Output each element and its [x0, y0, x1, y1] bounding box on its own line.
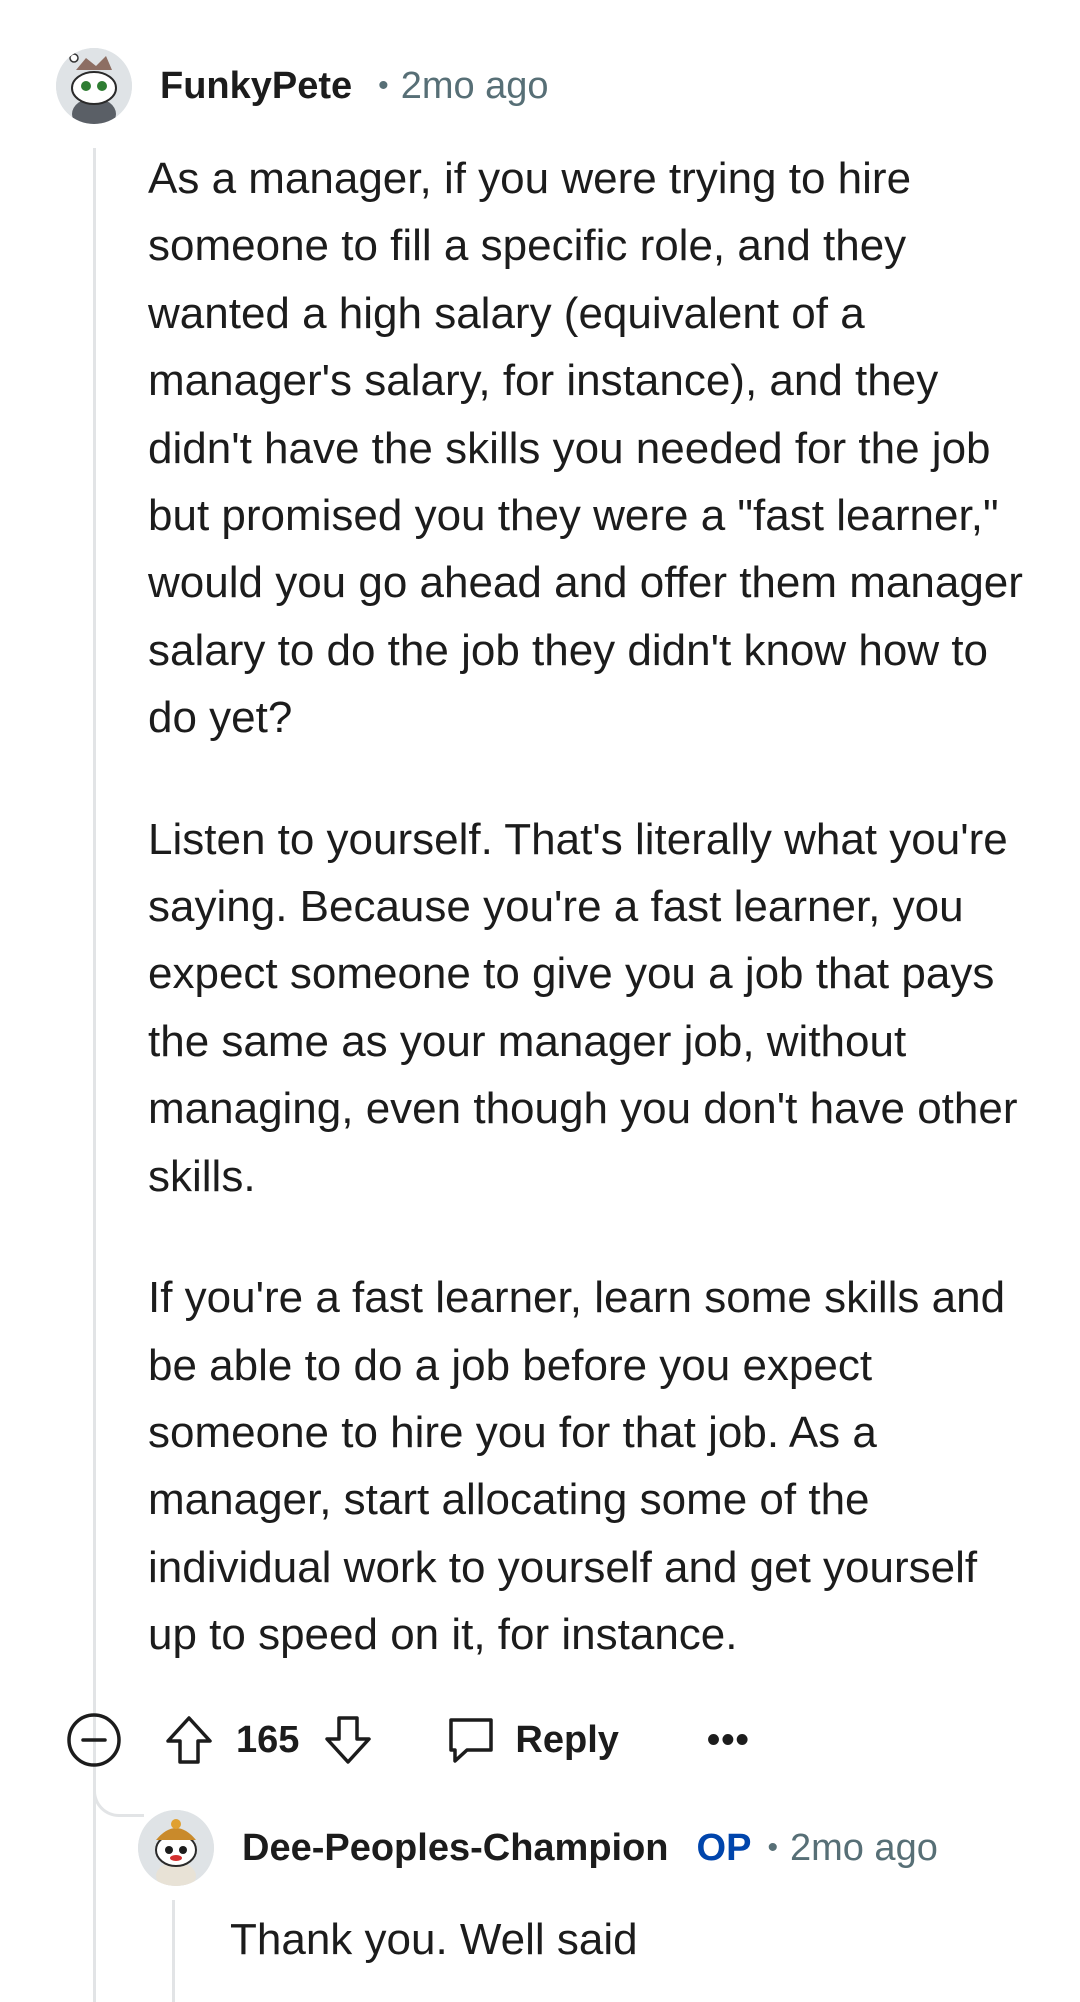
reply-button-label: Reply [515, 1718, 619, 1761]
reply-header: Dee-Peoples-Champion OP • 2mo ago [138, 1808, 938, 1888]
comment-paragraph: If you're a fast learner, learn some ski… [148, 1273, 1006, 1660]
reply-user-avatar[interactable] [138, 1810, 214, 1886]
upvote-icon[interactable] [162, 1713, 216, 1767]
comment-body: As a manager, if you were trying to hire… [148, 145, 1028, 1723]
downvote-icon[interactable] [321, 1713, 375, 1767]
comment-paragraph: As a manager, if you were trying to hire… [148, 154, 1023, 743]
meta-separator: • [767, 1831, 778, 1864]
comment-bubble-icon [449, 1718, 494, 1763]
snoo-avatar-icon [138, 1810, 214, 1886]
reply-body: Thank you. Well said [230, 1915, 638, 1964]
vote-score: 165 [236, 1718, 300, 1761]
more-options-button[interactable]: ••• [707, 1719, 750, 1762]
comment-paragraph: Listen to yourself. That's literally wha… [148, 814, 1018, 1201]
comment-action-bar: 165 Reply ••• [66, 1712, 750, 1768]
reply-thread-line[interactable] [172, 1900, 175, 2002]
collapse-thread-icon[interactable] [66, 1712, 122, 1768]
comment-timestamp[interactable]: 2mo ago [401, 65, 549, 108]
user-avatar[interactable] [56, 48, 132, 124]
comment-username[interactable]: FunkyPete [160, 65, 352, 108]
reply-thread-connector [93, 1760, 144, 1817]
reply-timestamp[interactable]: 2mo ago [790, 1827, 938, 1870]
reply-button[interactable]: Reply [445, 1714, 619, 1766]
snoo-avatar-icon [56, 48, 132, 124]
meta-separator: • [378, 69, 389, 102]
op-badge: OP [696, 1826, 752, 1869]
comment-header: FunkyPete • 2mo ago [56, 46, 549, 126]
reply-username[interactable]: Dee-Peoples-Champion [242, 1827, 669, 1870]
